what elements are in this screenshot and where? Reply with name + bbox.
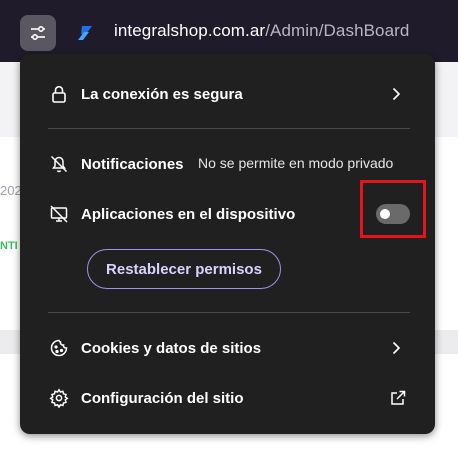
bell-off-icon	[48, 153, 70, 175]
cookies-row[interactable]: Cookies y datos de sitios	[20, 332, 435, 364]
address-bar: integralshop.com.ar/Admin/DashBoard	[0, 0, 458, 62]
chevron-right-icon	[392, 87, 401, 101]
cookies-label: Cookies y datos de sitios	[81, 339, 262, 357]
site-info-popup: La conexión es segura Notificaciones No …	[20, 54, 435, 434]
device-off-icon	[48, 203, 70, 225]
highlight-box	[360, 180, 426, 238]
site-favicon-icon	[78, 26, 92, 40]
url-path: /Admin/DashBoard	[265, 21, 410, 40]
background-text-fragment: 202	[0, 183, 22, 198]
notifications-status: No se permite en modo privado	[198, 155, 394, 171]
cookie-icon	[48, 337, 70, 359]
notifications-row: Notificaciones No se permite en modo pri…	[20, 148, 435, 180]
background-text-fragment: NTI	[0, 240, 18, 252]
site-settings-row[interactable]: Configuración del sitio	[20, 382, 435, 414]
lock-icon	[48, 83, 70, 105]
connection-label: La conexión es segura	[81, 85, 243, 103]
external-link-icon	[391, 390, 406, 405]
reset-permissions-button[interactable]: Restablecer permisos	[87, 249, 281, 289]
notifications-label: Notificaciones	[81, 155, 184, 173]
site-info-button[interactable]	[20, 15, 56, 51]
chevron-right-icon	[392, 341, 401, 355]
apps-label: Aplicaciones en el dispositivo	[81, 205, 296, 223]
url-text[interactable]: integralshop.com.ar/Admin/DashBoard	[114, 21, 410, 41]
tune-icon	[31, 25, 45, 41]
url-domain: integralshop.com.ar	[114, 21, 266, 40]
site-settings-label: Configuración del sitio	[81, 389, 244, 407]
connection-row[interactable]: La conexión es segura	[20, 78, 435, 110]
divider	[48, 128, 410, 129]
gear-icon	[48, 387, 70, 409]
divider	[48, 312, 410, 313]
